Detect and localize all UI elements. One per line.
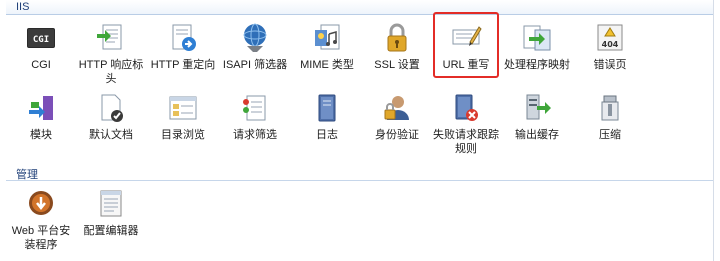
feature-label: 输出缓存: [515, 129, 559, 141]
section-title-manage: 管理: [16, 169, 38, 181]
cgi-badge-text: CGI: [33, 35, 49, 45]
error-pages-icon: 404: [594, 22, 626, 54]
feature-label: 身份验证: [375, 129, 419, 141]
web-platform-installer-icon: [25, 188, 57, 220]
authentication-icon: [381, 92, 413, 124]
cgi-icon: CGI: [25, 22, 57, 54]
modules-icon: [25, 92, 57, 124]
feature-configuration-editor[interactable]: 配置编辑器: [76, 188, 146, 238]
section-header-iis[interactable]: IIS: [6, 0, 714, 15]
feature-web-platform-installer[interactable]: Web 平台安装程序: [6, 188, 76, 252]
isapi-filters-icon: [239, 22, 271, 54]
http-response-headers-icon: [95, 22, 127, 54]
handler-mappings-icon: [521, 22, 553, 54]
feature-label: Web 平台安装程序: [11, 225, 71, 251]
feature-label: HTTP 重定向: [150, 59, 216, 71]
feature-mime-types[interactable]: MIME 类型: [292, 22, 362, 72]
feature-label: 请求筛选: [233, 129, 277, 141]
feature-label: 压缩: [599, 129, 621, 141]
feature-label: CGI: [31, 59, 51, 71]
feature-cgi[interactable]: CGI CGI: [6, 22, 76, 72]
http-redirect-icon: [167, 22, 199, 54]
directory-browsing-icon: [167, 92, 199, 124]
default-document-icon: [95, 92, 127, 124]
feature-error-pages[interactable]: 404 错误页: [575, 22, 645, 72]
feature-http-response-headers[interactable]: HTTP 响应标头: [76, 22, 146, 86]
feature-isapi-filters[interactable]: ISAPI 筛选器: [220, 22, 290, 72]
feature-label: SSL 设置: [374, 59, 420, 71]
feature-request-filtering[interactable]: 请求筛选: [220, 92, 290, 142]
logging-icon: [311, 92, 343, 124]
feature-output-caching[interactable]: 输出缓存: [502, 92, 572, 142]
mime-types-icon: [311, 22, 343, 54]
feature-label: 目录浏览: [161, 129, 205, 141]
request-filtering-icon: [239, 92, 271, 124]
configuration-editor-icon: [95, 188, 127, 220]
section-divider: [6, 180, 714, 181]
feature-label: MIME 类型: [300, 59, 354, 71]
feature-modules[interactable]: 模块: [6, 92, 76, 142]
feature-ssl-settings[interactable]: SSL 设置: [362, 22, 432, 72]
feature-label: 模块: [30, 129, 52, 141]
feature-label: 失败请求跟踪规则: [433, 129, 499, 155]
feature-label: 日志: [316, 129, 338, 141]
section-title-iis: IIS: [16, 1, 30, 13]
feature-label: 配置编辑器: [83, 225, 139, 237]
feature-handler-mappings[interactable]: 处理程序映射: [502, 22, 572, 72]
feature-directory-browsing[interactable]: 目录浏览: [148, 92, 218, 142]
output-caching-icon: [521, 92, 553, 124]
feature-http-redirect[interactable]: HTTP 重定向: [148, 22, 218, 72]
selection-highlight: [433, 12, 499, 78]
feature-label: 默认文档: [89, 129, 133, 141]
feature-failed-request-tracing[interactable]: 失败请求跟踪规则: [431, 92, 501, 156]
feature-authentication[interactable]: 身份验证: [362, 92, 432, 142]
feature-label: 错误页: [593, 59, 627, 71]
feature-default-document[interactable]: 默认文档: [76, 92, 146, 142]
failed-request-tracing-icon: [450, 92, 482, 124]
feature-compression[interactable]: 压缩: [575, 92, 645, 142]
section-header-manage[interactable]: 管理: [16, 166, 38, 182]
feature-label: ISAPI 筛选器: [222, 59, 288, 71]
error-badge-text: 404: [602, 40, 619, 49]
ssl-settings-icon: [381, 22, 413, 54]
scroll-edge: [713, 0, 720, 261]
feature-logging[interactable]: 日志: [292, 92, 362, 142]
compression-icon: [594, 92, 626, 124]
feature-label: 处理程序映射: [504, 59, 570, 71]
feature-label: HTTP 响应标头: [78, 59, 144, 85]
